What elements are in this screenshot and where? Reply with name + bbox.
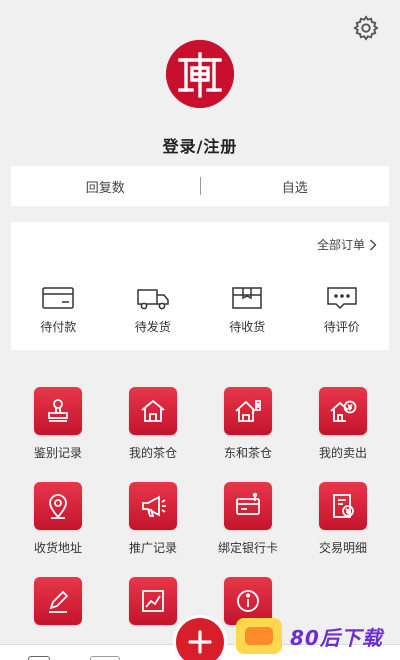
stats-bar: 回复数 自选 xyxy=(11,166,389,206)
watchlist-tab[interactable]: 自选 xyxy=(201,177,390,196)
order-label: 待付款 xyxy=(40,320,77,334)
service-label: 推广记录 xyxy=(128,541,177,555)
plus-icon xyxy=(188,630,212,654)
login-register-link[interactable]: 登录/注册 xyxy=(0,133,400,157)
service-promotion-records[interactable]: 推广记录 xyxy=(105,482,201,556)
watermark-text: 80后下载 xyxy=(290,625,383,650)
trend-chart-icon xyxy=(142,590,164,612)
order-pending-shipment[interactable]: 待发货 xyxy=(106,285,201,335)
service-my-tea-warehouse[interactable]: 我的茶仓 xyxy=(105,387,201,461)
service-transaction-details[interactable]: 交易明细 xyxy=(295,482,391,556)
service-label: 东和茶仓 xyxy=(223,446,272,460)
order-label: 待评价 xyxy=(323,320,360,334)
service-label: 我的茶仓 xyxy=(128,446,177,460)
stamp-icon xyxy=(48,399,68,422)
comment-icon xyxy=(327,287,357,310)
truck-icon xyxy=(137,289,169,310)
orders-card: 全部订单 待付款 待发货 待收货 待评价 xyxy=(11,222,389,350)
order-label: 待收货 xyxy=(229,320,266,334)
service-label: 绑定银行卡 xyxy=(217,541,278,555)
service-label: 我的卖出 xyxy=(318,446,367,460)
order-label: 待发货 xyxy=(134,320,171,334)
all-orders-link[interactable]: 全部订单 xyxy=(317,236,377,253)
settings-gear-icon[interactable] xyxy=(352,14,380,42)
house-icon xyxy=(141,399,165,422)
box-icon xyxy=(232,287,262,309)
order-pending-payment[interactable]: 待付款 xyxy=(11,285,106,335)
service-label: 交易明细 xyxy=(318,541,367,555)
order-pending-receipt[interactable]: 待收货 xyxy=(200,285,295,335)
house-tag-icon xyxy=(235,400,261,422)
service-bind-bank-card[interactable]: 绑定银行卡 xyxy=(200,482,296,556)
location-icon xyxy=(49,494,67,519)
card-icon xyxy=(42,287,74,309)
tab-home-icon[interactable] xyxy=(28,656,50,660)
watermark: 80后下载 xyxy=(236,612,400,660)
service-appraisal-records[interactable]: 鉴别记录 xyxy=(10,387,106,461)
service-label: 鉴别记录 xyxy=(33,446,82,460)
service-label: 收货地址 xyxy=(33,541,82,555)
all-orders-label: 全部订单 xyxy=(316,238,365,252)
publish-plus-button[interactable] xyxy=(173,615,227,660)
megaphone-icon xyxy=(142,495,166,517)
bank-card-icon xyxy=(236,492,260,515)
house-yen-icon xyxy=(330,400,357,422)
service-donghe-tea-warehouse[interactable]: 东和茶仓 xyxy=(200,387,296,461)
tab-market-icon[interactable] xyxy=(90,656,120,660)
replies-tab[interactable]: 回复数 xyxy=(11,177,200,196)
service-edit[interactable] xyxy=(10,577,106,634)
service-my-sales[interactable]: 我的卖出 xyxy=(295,387,391,461)
edit-icon xyxy=(49,590,69,613)
order-pending-review[interactable]: 待评价 xyxy=(295,285,390,335)
chevron-right-icon xyxy=(370,239,377,250)
receipt-yen-icon xyxy=(333,494,354,518)
avatar-logo[interactable] xyxy=(166,40,234,108)
watermark-logo xyxy=(236,618,282,654)
service-shipping-address[interactable]: 收货地址 xyxy=(10,482,106,556)
